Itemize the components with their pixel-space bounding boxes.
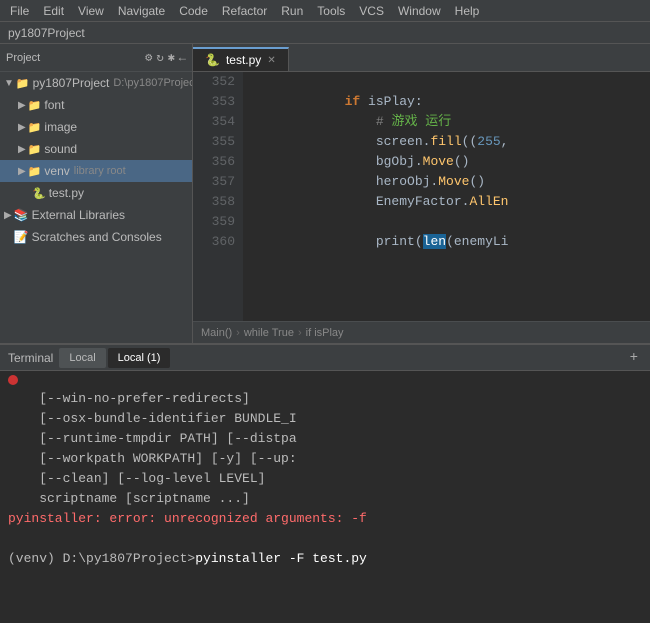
terminal-tab-local-1[interactable]: Local (1) bbox=[108, 348, 171, 368]
tab-bar: 🐍 test.py ✕ bbox=[193, 44, 650, 72]
terminal-tabs: Local Local (1) bbox=[59, 348, 623, 368]
menu-code[interactable]: Code bbox=[173, 2, 214, 20]
sidebar-toolbar-label: Project bbox=[6, 52, 141, 64]
breadcrumb-sep-1: › bbox=[236, 327, 240, 339]
tree-item-extlibs[interactable]: ▶ 📚 External Libraries bbox=[0, 204, 192, 226]
folder-icon-sound: 📁 bbox=[28, 143, 42, 156]
menubar: File Edit View Navigate Code Refactor Ru… bbox=[0, 0, 650, 22]
terminal-line-error: pyinstaller: error: unrecognized argumen… bbox=[8, 509, 642, 529]
code-line-355: screen.fill((255, bbox=[251, 132, 642, 152]
menu-edit[interactable]: Edit bbox=[37, 2, 70, 20]
terminal-line-3: [--runtime-tmpdir PATH] [--distpa bbox=[8, 429, 642, 449]
terminal-line-2: [--osx-bundle-identifier BUNDLE_I bbox=[8, 409, 642, 429]
terminal-line-6: scriptname [scriptname ...] bbox=[8, 489, 642, 509]
terminal-titlebar: Terminal Local Local (1) + bbox=[0, 345, 650, 371]
terminal-content[interactable]: [--win-no-prefer-redirects] [--osx-bundl… bbox=[0, 371, 650, 623]
terminal-section: Terminal Local Local (1) + [--win-no-pre… bbox=[0, 343, 650, 623]
settings-icon[interactable]: ⚙ bbox=[145, 50, 152, 65]
tree-label-sound: sound bbox=[44, 142, 77, 156]
menu-vcs[interactable]: VCS bbox=[353, 2, 390, 20]
tree-item-root[interactable]: ▼ 📁 py1807Project D:\py1807Project bbox=[0, 72, 192, 94]
folder-icon-font: 📁 bbox=[28, 99, 42, 112]
line-numbers: 352 353 354 355 356 357 358 359 360 bbox=[193, 72, 243, 321]
terminal-tab-local[interactable]: Local bbox=[59, 348, 105, 368]
folder-icon-root: 📁 bbox=[16, 77, 30, 90]
tree-label-extlibs: External Libraries bbox=[32, 208, 125, 222]
code-line-360: print(len(enemyLi bbox=[251, 232, 642, 252]
terminal-add-icon[interactable]: + bbox=[630, 350, 638, 366]
project-title-bar: py1807Project bbox=[0, 22, 650, 44]
tab-test-py[interactable]: 🐍 test.py ✕ bbox=[193, 47, 289, 71]
terminal-line-prompt: (venv) D:\py1807Project>pyinstaller -F t… bbox=[8, 549, 642, 569]
code-content[interactable]: 352 353 354 355 356 357 358 359 360 if i… bbox=[193, 72, 650, 321]
terminal-line-5: [--clean] [--log-level LEVEL] bbox=[8, 469, 642, 489]
terminal-error-dot bbox=[8, 375, 18, 385]
terminal-line-4: [--workpath WORKPATH] [-y] [--up: bbox=[8, 449, 642, 469]
tab-file-icon: 🐍 bbox=[205, 53, 220, 67]
tree-item-venv[interactable]: ▶ 📁 venv library root bbox=[0, 160, 192, 182]
file-icon-test: 🐍 bbox=[32, 187, 46, 200]
arrow-image: ▶ bbox=[18, 122, 26, 133]
code-line-353: if isPlay: bbox=[251, 92, 642, 112]
tree-sublabel-venv: library root bbox=[74, 165, 126, 177]
tree-label-scratches: Scratches and Consoles bbox=[32, 230, 162, 244]
menu-navigate[interactable]: Navigate bbox=[112, 2, 171, 20]
code-line-358: EnemyFactor.AllEn bbox=[251, 192, 642, 212]
sidebar-tree: ▼ 📁 py1807Project D:\py1807Project ▶ 📁 f… bbox=[0, 72, 192, 343]
breadcrumb-main[interactable]: Main() bbox=[201, 327, 232, 339]
code-line-356: bgObj.Move() bbox=[251, 152, 642, 172]
tree-label-root: py1807Project bbox=[33, 76, 110, 90]
arrow-sound: ▶ bbox=[18, 144, 26, 155]
folder-icon-image: 📁 bbox=[28, 121, 42, 134]
tree-item-image[interactable]: ▶ 📁 image bbox=[0, 116, 192, 138]
code-panel: 🐍 test.py ✕ 352 353 354 355 356 357 358 … bbox=[193, 44, 650, 343]
sidebar: Project ⚙ ↻ ✱ ← ▼ 📁 py1807Project D:\py1… bbox=[0, 44, 193, 343]
breadcrumb-sep-2: › bbox=[298, 327, 302, 339]
tab-close-icon[interactable]: ✕ bbox=[267, 55, 275, 66]
folder-icon-venv: 📁 bbox=[28, 165, 42, 178]
arrow-extlibs: ▶ bbox=[4, 210, 12, 221]
sync-icon[interactable]: ↻ bbox=[156, 50, 163, 65]
arrow-font: ▶ bbox=[18, 100, 26, 111]
terminal-title-label: Terminal bbox=[8, 351, 53, 365]
tree-item-sound[interactable]: ▶ 📁 sound bbox=[0, 138, 192, 160]
tree-label-image: image bbox=[44, 120, 77, 134]
sidebar-toolbar: Project ⚙ ↻ ✱ ← bbox=[0, 44, 192, 72]
code-line-352 bbox=[251, 72, 642, 92]
arrow-venv: ▶ bbox=[18, 166, 26, 177]
breadcrumb-if[interactable]: if isPlay bbox=[306, 327, 344, 339]
code-line-359 bbox=[251, 212, 642, 232]
lib-icon-scratches: 📝 bbox=[14, 230, 29, 244]
hide-icon[interactable]: ← bbox=[179, 51, 186, 65]
main-layout: Project ⚙ ↻ ✱ ← ▼ 📁 py1807Project D:\py1… bbox=[0, 44, 650, 623]
tab-label: test.py bbox=[226, 53, 261, 67]
menu-view[interactable]: View bbox=[72, 2, 110, 20]
tree-item-font[interactable]: ▶ 📁 font bbox=[0, 94, 192, 116]
tree-label-font: font bbox=[44, 98, 64, 112]
code-line-357: heroObj.Move() bbox=[251, 172, 642, 192]
tree-label-venv: venv bbox=[44, 164, 69, 178]
tree-sublabel-root: D:\py1807Project bbox=[113, 77, 192, 89]
code-lines[interactable]: if isPlay: # 游戏 运行 screen.fill((255, bgO… bbox=[243, 72, 650, 321]
menu-tools[interactable]: Tools bbox=[311, 2, 351, 20]
tree-item-scratches[interactable]: ▶ 📝 Scratches and Consoles bbox=[0, 226, 192, 248]
breadcrumb-while[interactable]: while True bbox=[244, 327, 294, 339]
menu-window[interactable]: Window bbox=[392, 2, 447, 20]
tree-item-test[interactable]: 🐍 test.py bbox=[0, 182, 192, 204]
menu-help[interactable]: Help bbox=[449, 2, 486, 20]
project-title: py1807Project bbox=[8, 26, 85, 40]
lib-icon-extlibs: 📚 bbox=[14, 208, 29, 222]
menu-refactor[interactable]: Refactor bbox=[216, 2, 273, 20]
breadcrumb-bar: Main() › while True › if isPlay bbox=[193, 321, 650, 343]
menu-run[interactable]: Run bbox=[275, 2, 309, 20]
tree-label-test: test.py bbox=[49, 186, 84, 200]
terminal-line-1: [--win-no-prefer-redirects] bbox=[8, 389, 642, 409]
terminal-line-blank bbox=[8, 529, 642, 549]
code-line-354: # 游戏 运行 bbox=[251, 112, 642, 132]
arrow-root: ▼ bbox=[4, 78, 14, 89]
gear-icon[interactable]: ✱ bbox=[168, 50, 175, 65]
editor-area: Project ⚙ ↻ ✱ ← ▼ 📁 py1807Project D:\py1… bbox=[0, 44, 650, 343]
menu-file[interactable]: File bbox=[4, 2, 35, 20]
